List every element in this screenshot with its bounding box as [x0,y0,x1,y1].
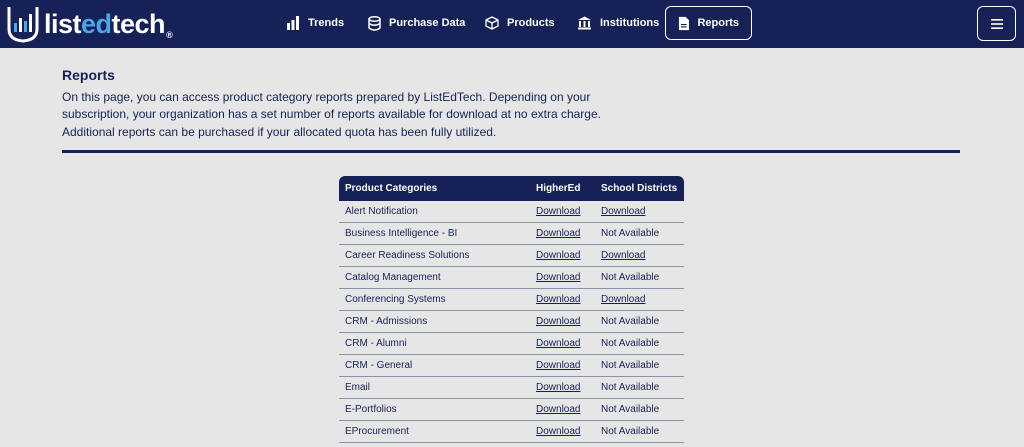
table-row: Alert Notification Download Download [339,201,684,223]
page-intro: On this page, you can access product cat… [62,90,601,139]
header-school-districts: School Districts [601,183,678,194]
highered-cell: Download [530,404,595,415]
menu-button[interactable] [977,6,1016,41]
category-name: Career Readiness Solutions [345,250,470,261]
school-districts-status: Not Available [601,272,660,283]
category-name: Business Intelligence - BI [345,228,458,239]
category-name: EProcurement [345,426,409,437]
section-divider [62,150,960,153]
school-districts-cell: Not Available [595,316,684,327]
highered-download-link[interactable]: Download [536,360,580,371]
table-row: Catalog Management Download Not Available [339,267,684,289]
school-districts-download-link[interactable]: Download [601,294,645,305]
category-name: Alert Notification [345,206,418,217]
table-row: Business Intelligence - BI Download Not Av… [339,223,684,245]
category-name: Email [345,382,371,393]
school-districts-download-link[interactable]: Download [601,206,645,217]
reports-table: Product Categories HigherEd School Distr… [339,176,684,443]
school-districts-cell: Not Available [595,426,684,437]
nav-reports[interactable]: Reports [665,6,752,40]
nav-products-label: Products [507,17,555,29]
header-highered: HigherEd [536,183,581,194]
school-districts-status: Not Available [601,228,660,239]
school-districts-status: Not Available [601,360,660,371]
highered-download-link[interactable]: Download [536,426,580,437]
school-districts-cell: Download [595,206,684,217]
highered-cell: Download [530,360,595,371]
table-row: E-Portfolios Download Not Available [339,399,684,421]
table-row: CRM - Alumni Download Not Available [339,333,684,355]
table-header: Product Categories HigherEd School Distr… [339,176,684,201]
building-icon [578,16,591,30]
category-name: CRM - General [345,360,413,371]
header-product-categories: Product Categories [345,183,438,194]
nav-trends[interactable]: Trends [286,6,344,40]
nav-trends-label: Trends [308,17,345,29]
table-body: Alert Notification Download Download Busine… [339,201,684,443]
category-name: CRM - Admissions [345,316,428,327]
table-row: Email Download Not Available [339,377,684,399]
school-districts-cell: Not Available [595,382,684,393]
table-row: CRM - General Download Not Available [339,355,684,377]
hamburger-icon [990,18,1003,29]
cube-icon [485,16,499,30]
category-name: E-Portfolios [345,404,397,415]
brand-name: listedtech® [44,8,173,40]
highered-cell: Download [530,250,595,261]
nav-institutions-label: Institutions [600,17,660,29]
table-row: EProcurement Download Not Available [339,421,684,443]
highered-cell: Download [530,272,595,283]
school-districts-cell: Not Available [595,228,684,239]
database-icon [368,15,381,31]
school-districts-cell: Not Available [595,404,684,415]
highered-download-link[interactable]: Download [536,294,580,305]
nav-purchase-data[interactable]: Purchase Data [368,6,465,40]
highered-cell: Download [530,382,595,393]
highered-download-link[interactable]: Download [536,316,580,327]
table-row: CRM - Admissions Download Not Available [339,311,684,333]
category-name: CRM - Alumni [345,338,407,349]
school-districts-status: Not Available [601,316,660,327]
highered-cell: Download [530,316,595,327]
highered-download-link[interactable]: Download [536,206,580,217]
nav-reports-label: Reports [697,17,739,29]
school-districts-status: Not Available [601,338,660,349]
nav-purchase-data-label: Purchase Data [389,17,466,29]
highered-cell: Download [530,294,595,305]
school-districts-download-link[interactable]: Download [601,250,645,261]
highered-cell: Download [530,228,595,239]
highered-cell: Download [530,206,595,217]
school-districts-status: Not Available [601,404,660,415]
highered-cell: Download [530,338,595,349]
nav-products[interactable]: Products [485,6,555,40]
bar-chart-icon [287,16,299,30]
category-name: Conferencing Systems [345,294,446,305]
highered-cell: Download [530,426,595,437]
highered-download-link[interactable]: Download [536,228,580,239]
logo-badge-icon [7,7,39,43]
school-districts-cell: Download [595,250,684,261]
page-title: Reports [62,67,115,83]
highered-download-link[interactable]: Download [536,338,580,349]
top-navbar: listedtech® Trends Purchase Data Product… [0,0,1024,48]
brand-logo[interactable]: listedtech® [6,4,173,44]
school-districts-status: Not Available [601,382,660,393]
nav-institutions[interactable]: Institutions [577,6,659,40]
highered-download-link[interactable]: Download [536,382,580,393]
school-districts-status: Not Available [601,426,660,437]
highered-download-link[interactable]: Download [536,250,580,261]
document-icon [678,16,689,30]
table-row: Conferencing Systems Download Download [339,289,684,311]
highered-download-link[interactable]: Download [536,404,580,415]
highered-download-link[interactable]: Download [536,272,580,283]
school-districts-cell: Download [595,294,684,305]
category-name: Catalog Management [345,272,441,283]
school-districts-cell: Not Available [595,360,684,371]
school-districts-cell: Not Available [595,272,684,283]
school-districts-cell: Not Available [595,338,684,349]
table-row: Career Readiness Solutions Download Downlo… [339,245,684,267]
